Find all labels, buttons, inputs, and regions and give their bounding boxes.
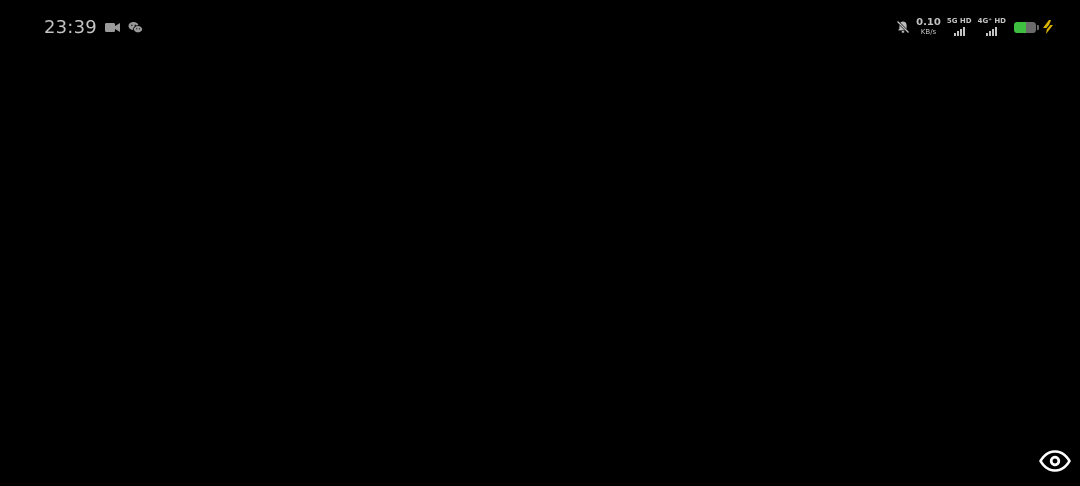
screen: 23:39 0.10 KB/s 5G HD 4G⁺ HD <box>0 0 1080 486</box>
clock: 23:39 <box>44 16 97 38</box>
battery-level <box>1014 21 1027 33</box>
signal-bars-icon <box>953 27 965 36</box>
status-bar-left: 23:39 <box>44 14 143 40</box>
eye-icon <box>1039 450 1071 476</box>
signal-4g-label: 4G⁺ HD <box>977 17 1006 25</box>
battery-icon <box>1014 21 1039 33</box>
signal-5g-label: 5G HD <box>946 17 972 25</box>
charging-bolt-icon <box>1042 20 1054 34</box>
status-bar-right: 0.10 KB/s 5G HD 4G⁺ HD <box>896 14 1054 40</box>
signal-bars-icon <box>986 27 998 36</box>
network-speed: 0.10 KB/s <box>916 18 941 36</box>
wechat-icon <box>128 21 143 34</box>
video-camera-icon <box>104 22 120 33</box>
signal-5g: 5G HD <box>947 18 972 36</box>
mute-bell-icon <box>896 20 910 34</box>
visibility-toggle-button[interactable] <box>1038 448 1072 478</box>
signal-4g: 4G⁺ HD <box>978 18 1006 36</box>
network-speed-value: 0.10 <box>916 17 941 28</box>
network-speed-unit: KB/s <box>920 28 937 36</box>
